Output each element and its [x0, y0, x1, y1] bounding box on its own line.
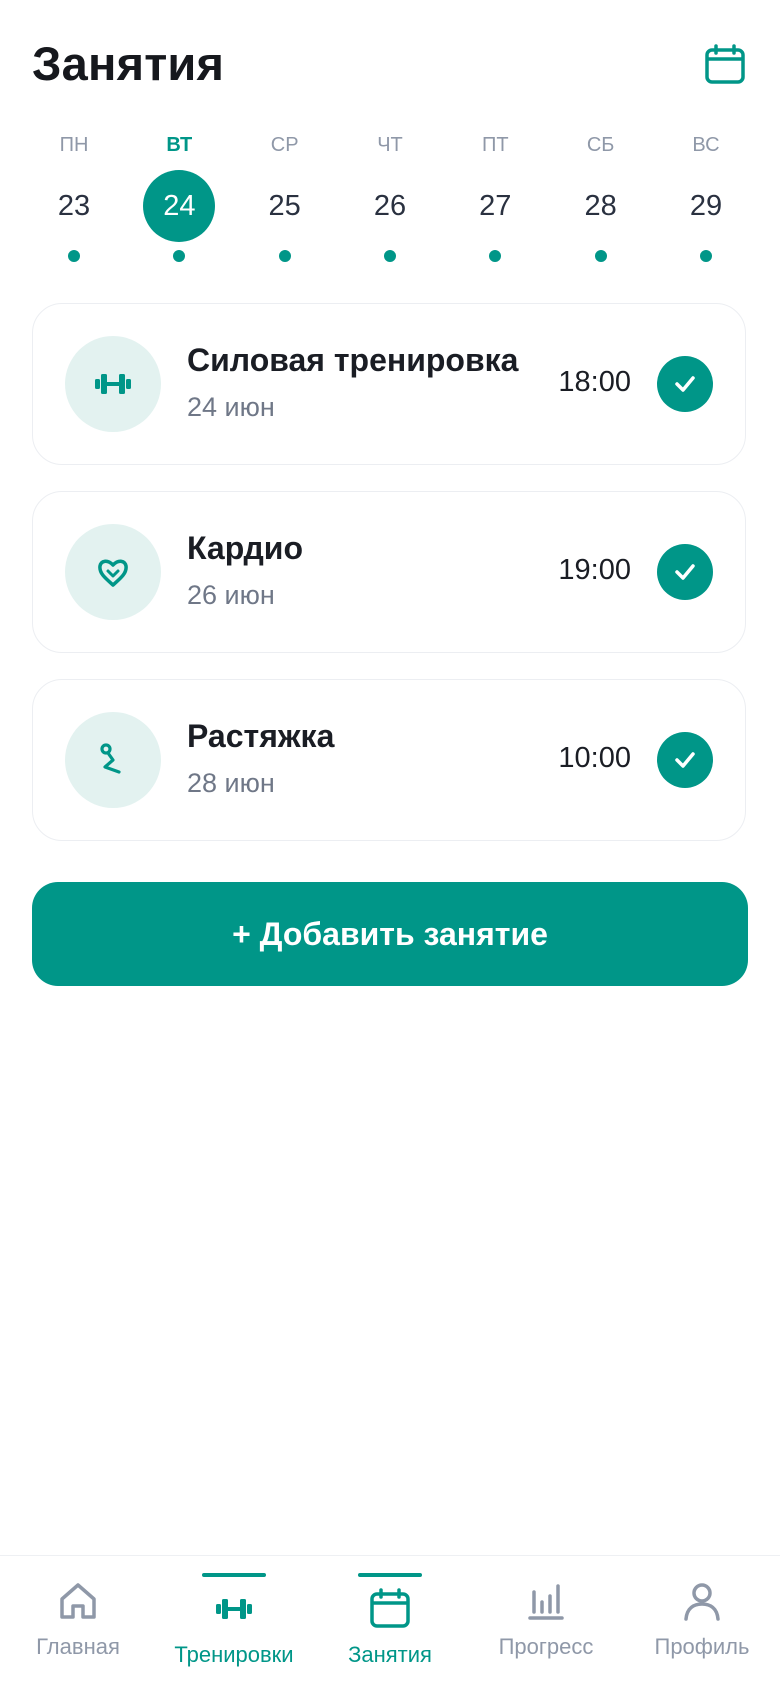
- session-icon-circle: [65, 524, 161, 620]
- day-thu[interactable]: ЧТ 26: [338, 126, 442, 266]
- tab-home[interactable]: Главная: [3, 1556, 153, 1689]
- session-title: Растяжка: [187, 718, 335, 754]
- tab-label: Профиль: [654, 1634, 750, 1659]
- session-date: 26 июн: [187, 580, 275, 610]
- check-icon: [675, 752, 695, 768]
- day-name: ВТ: [166, 134, 193, 156]
- tab-indicator: [202, 1573, 266, 1577]
- day-name: СР: [270, 134, 299, 156]
- session-time: 10:00: [558, 742, 631, 774]
- day-number: 27: [479, 189, 512, 222]
- header: Занятия: [32, 28, 748, 100]
- done-checkbox[interactable]: [657, 544, 713, 600]
- day-mon[interactable]: ПН 23: [22, 126, 126, 266]
- session-time: 19:00: [558, 554, 631, 586]
- add-session-button[interactable]: + Добавить занятие: [32, 882, 748, 986]
- profile-icon: [679, 1578, 725, 1624]
- session-date: 28 июн: [187, 768, 275, 798]
- day-name: ПТ: [482, 134, 509, 156]
- tab-label: Занятия: [348, 1642, 432, 1667]
- day-number: 24: [143, 170, 216, 242]
- tab-label: Тренировки: [174, 1642, 294, 1667]
- week-strip: ПН 23 ВТ 24 СР 25 ЧТ 26 ПТ 27 СБ 28 ВС 2…: [22, 126, 758, 266]
- session-time: 18:00: [558, 366, 631, 398]
- session-icon-circle: [65, 336, 161, 432]
- day-sat[interactable]: СБ 28: [549, 126, 653, 266]
- tab-profile[interactable]: Профиль: [627, 1556, 777, 1689]
- calendar-icon: [705, 44, 745, 84]
- session-title: Силовая тренировка: [187, 342, 519, 378]
- chart-icon: [523, 1578, 569, 1624]
- day-fri[interactable]: ПТ 27: [443, 126, 547, 266]
- dumbbell-icon: [211, 1586, 257, 1632]
- session-date: 24 июн: [187, 392, 275, 422]
- day-name: ВС: [692, 134, 720, 156]
- tab-workouts[interactable]: Тренировки: [159, 1556, 309, 1689]
- tab-label: Прогресс: [498, 1634, 594, 1659]
- day-number: 25: [268, 189, 301, 222]
- page-title: Занятия: [32, 37, 225, 90]
- day-name: СБ: [586, 134, 615, 156]
- session-card[interactable]: Силовая тренировка 24 июн 18:00: [32, 303, 746, 465]
- check-icon: [675, 564, 695, 580]
- event-dot: [278, 250, 291, 262]
- done-checkbox[interactable]: [657, 356, 713, 412]
- event-dot: [699, 250, 712, 262]
- tab-progress[interactable]: Прогресс: [471, 1556, 621, 1689]
- session-title: Кардио: [187, 530, 303, 566]
- event-dot: [383, 250, 396, 262]
- session-card[interactable]: Кардио 26 июн 19:00: [32, 491, 746, 653]
- session-icon-circle: [65, 712, 161, 808]
- dumbbell-icon: [95, 374, 131, 394]
- bottom-tab-bar: Главная Тренировки Занятия Прогресс Проф…: [0, 1555, 780, 1689]
- tab-indicator: [358, 1573, 422, 1577]
- day-number: 28: [584, 189, 617, 222]
- event-dot: [594, 250, 607, 262]
- day-sun[interactable]: ВС 29: [654, 126, 758, 266]
- tab-label: Главная: [36, 1634, 120, 1659]
- stretch-icon: [100, 743, 121, 774]
- day-name: ЧТ: [377, 134, 403, 156]
- tab-sessions[interactable]: Занятия: [315, 1556, 465, 1689]
- event-dot: [489, 250, 502, 262]
- home-icon: [55, 1578, 101, 1624]
- session-card[interactable]: Растяжка 28 июн 10:00: [32, 679, 746, 841]
- calendar-button[interactable]: [702, 42, 748, 88]
- day-tue[interactable]: ВТ 24: [127, 126, 231, 266]
- day-wed[interactable]: СР 25: [233, 126, 337, 266]
- calendar-icon: [367, 1586, 413, 1632]
- event-dot: [173, 250, 186, 262]
- day-number: 23: [57, 189, 91, 222]
- check-icon: [675, 376, 695, 392]
- heart-icon: [98, 559, 128, 587]
- day-number: 26: [373, 189, 407, 222]
- done-checkbox[interactable]: [657, 732, 713, 788]
- event-dot: [68, 250, 80, 262]
- day-number: 29: [689, 189, 723, 222]
- day-name: ПН: [59, 134, 89, 156]
